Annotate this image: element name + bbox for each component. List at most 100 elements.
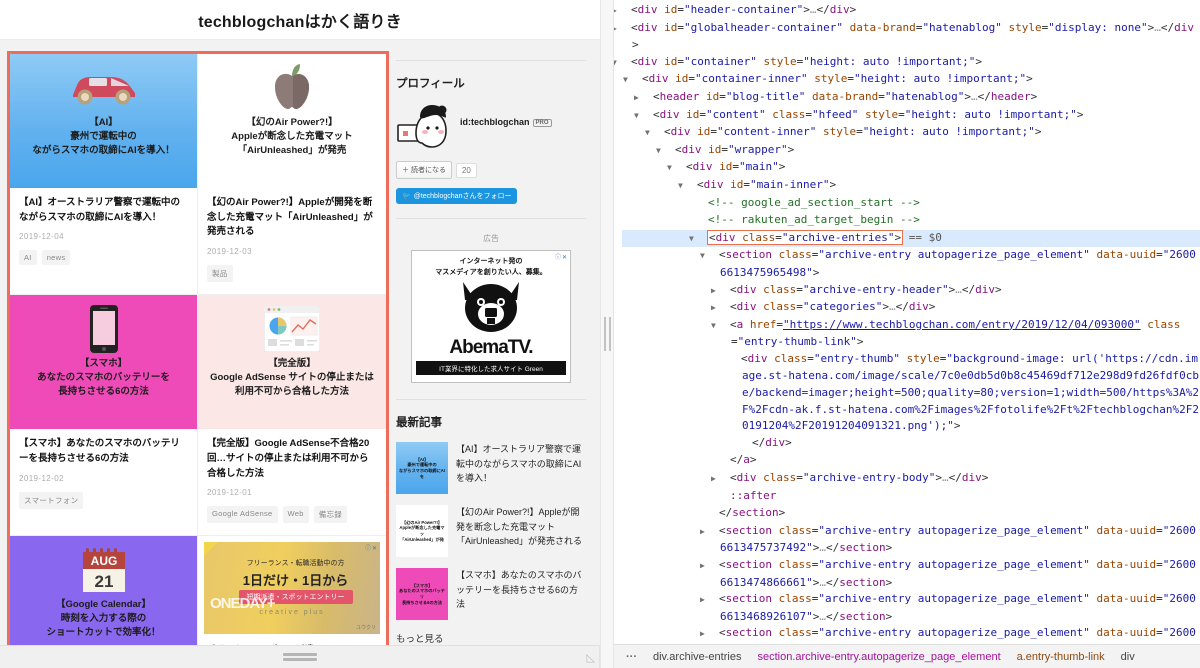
chevron-right-icon[interactable]: ▶ [711, 471, 730, 488]
dom-node[interactable]: </div> [622, 435, 1200, 453]
panel-splitter[interactable] [600, 0, 614, 668]
entry-title[interactable]: 【AI】オーストラリア警察で運転中のながらスマホの取締にAIを導入！ [19, 196, 188, 225]
twitter-follow-button[interactable]: 🐦 @techblogchanさんをフォロー [396, 188, 518, 204]
avatar[interactable] [396, 103, 454, 153]
resize-corner-icon[interactable]: ◺ [587, 651, 595, 664]
dom-node[interactable]: ▼ <div id="content" class="hfeed" style="… [622, 107, 1200, 125]
chevron-down-icon[interactable]: ▼ [700, 248, 719, 265]
chevron-down-icon[interactable]: ▼ [689, 231, 708, 248]
recent-article-title[interactable]: 【幻のAir Power?!】Appleが開発を断念した充電マット「AirUnl… [456, 505, 586, 557]
breadcrumb[interactable]: ··· div.archive-entries section.archive-en… [614, 644, 1200, 668]
profile-id[interactable]: id:techblogchan PRO [460, 103, 552, 127]
recent-article-thumb[interactable]: 【AI】 豪州で運転中の ながらスマホの取締にAIを [396, 442, 448, 494]
entry-title[interactable]: 【幻のAir Power?!】Appleが開発を断念した充電マット「AirUnl… [207, 196, 377, 240]
dom-node[interactable]: </a> [622, 452, 1200, 470]
breadcrumb-item[interactable]: section.archive-entry.autopagerize_page_… [749, 651, 1008, 663]
chevron-down-icon[interactable]: ▼ [678, 178, 697, 195]
archive-entry[interactable]: 【完全版】 Google AdSense サイトの停止または 利用不可から合格し… [198, 295, 386, 537]
recent-article-item[interactable]: 【スマホ】 あなたのスマホのバッテリ 長持ちさせる6の方法 【スマホ】あなたのス… [396, 568, 586, 620]
sidebar-ad[interactable]: ⓘ✕ インターネット発の マスメディアを創りたい人、募集。 AbemaTV. I… [411, 250, 571, 383]
entry-thumb-link[interactable]: 【幻のAir Power?!】 Appleが断念した充電マット 「AirUnle… [198, 54, 386, 188]
archive-entry[interactable]: 【幻のAir Power?!】 Appleが断念した充電マット 「AirUnle… [198, 54, 386, 296]
blog-title[interactable]: techblogchanはかく語りき [198, 8, 402, 32]
dom-node[interactable]: ▼ <div id="container-inner" style="height… [622, 71, 1200, 89]
chevron-down-icon[interactable]: ▼ [656, 143, 675, 160]
entry-title[interactable]: 【スマホ】あなたのスマホのバッテリーを長持ちさせる6の方法 [19, 437, 188, 466]
dom-node[interactable]: ▼ <div id="content-inner" style="height: … [622, 124, 1200, 142]
category-tag[interactable]: スマートフォン [19, 491, 84, 509]
vertical-resize-grip[interactable] [282, 651, 317, 664]
category-tag[interactable]: 備忘録 [313, 506, 348, 524]
category-tag[interactable]: AI [19, 250, 37, 266]
recent-article-thumb[interactable]: 【スマホ】 あなたのスマホのバッテリ 長持ちさせる6の方法 [396, 568, 448, 620]
dom-node[interactable]: ▶ <section class="archive-entry autopager… [622, 557, 1200, 591]
entry-title[interactable]: 【完全版】Google AdSense不合格20回…サイトの停止または利用不可か… [207, 437, 377, 481]
dom-node[interactable]: ▶ <section class="archive-entry autopager… [622, 625, 1200, 644]
recent-article-item[interactable]: 【AI】 豪州で運転中の ながらスマホの取締にAIを 【AI】オーストラリア警察… [396, 442, 586, 494]
archive-entry[interactable]: AUG 21 【Google Calendar】 時刻を入力する際の ショートカッ… [10, 536, 198, 645]
archive-entry[interactable]: 【スマホ】 あなたのスマホのバッテリーを 長持ちさせる6の方法 【スマホ】あなた… [10, 295, 198, 537]
dom-node[interactable]: </section> [622, 505, 1200, 523]
dom-node[interactable]: ▶ <header id="blog-title" data-brand="hat… [622, 89, 1200, 107]
dom-node[interactable]: ::after [622, 488, 1200, 506]
chevron-right-icon[interactable]: ▶ [700, 524, 719, 541]
archive-entry[interactable]: 【AI】 豪州で運転中の ながらスマホの取締にAIを導入！ 【AI】オーストラリ… [10, 54, 198, 296]
breadcrumb-item[interactable]: a.entry-thumb-link [1009, 651, 1113, 663]
dom-node-selected[interactable]: ···▼<div class="archive-entries"> == $0 [622, 229, 1200, 248]
chevron-right-icon[interactable]: ▶ [700, 592, 719, 609]
chevron-down-icon[interactable]: ▼ [645, 125, 664, 142]
dom-node[interactable]: <!-- google_ad_section_start --> [622, 195, 1200, 213]
grid-ad-unit[interactable]: ⓘ✕ フリーランス・転職活動中の方 1日だけ・1日から 短期派遣・スポットエント… [198, 536, 386, 645]
dom-node[interactable]: ▶ <div id="header-container">…</div> [614, 2, 1200, 20]
category-tag[interactable]: Web [282, 506, 309, 524]
dom-node[interactable]: ▶ <div class="archive-entry-body">…</div> [622, 470, 1200, 488]
entry-thumb-link[interactable]: 【スマホ】 あなたのスマホのバッテリーを 長持ちさせる6の方法 [10, 295, 197, 430]
breadcrumb-item[interactable]: div.archive-entries [645, 651, 749, 663]
dom-node[interactable]: ▼ <div id="container" style="height: auto… [614, 54, 1200, 72]
chevron-right-icon[interactable]: ▶ [700, 626, 719, 643]
recent-article-title[interactable]: 【スマホ】あなたのスマホのバッテリーを長持ちさせる6の方法 [456, 568, 586, 620]
chevron-down-icon[interactable]: ▼ [711, 318, 730, 335]
category-tag[interactable]: 製品 [207, 265, 233, 283]
recent-article-thumb[interactable]: 【幻のAir Power?!】 Appleが断念した充電マッ 「AirUnlea… [396, 505, 448, 557]
dom-node[interactable]: <div class="entry-thumb" style="backgrou… [622, 351, 1200, 435]
breadcrumb-item[interactable]: div [1113, 651, 1143, 663]
ad-creative[interactable]: ⓘ✕ フリーランス・転職活動中の方 1日だけ・1日から 短期派遣・スポットエント… [204, 542, 380, 635]
emulated-page[interactable]: techblogchanはかく語りき 【AI】 豪州で運転中の ながらスマホの取… [0, 0, 600, 645]
chevron-right-icon[interactable]: ▶ [711, 300, 730, 317]
recent-article-title[interactable]: 【AI】オーストラリア警察で運転中のながらスマホの取締にAIを導入！ [456, 442, 586, 494]
dom-tree[interactable]: ▶ <div id="header-container">…</div> ▶ <div… [614, 0, 1200, 644]
chevron-right-icon[interactable]: ▶ [614, 3, 631, 20]
dom-node[interactable]: ▶ <div class="archive-entry-header">…</di… [622, 282, 1200, 300]
more-link[interactable]: もっと見る [396, 631, 586, 645]
chevron-right-icon[interactable]: ▶ [711, 283, 730, 300]
chevron-down-icon[interactable]: ▼ [667, 160, 686, 177]
chevron-down-icon[interactable]: ▼ [614, 55, 631, 72]
subscribe-button[interactable]: ＋ 読者になる [396, 161, 452, 179]
entry-thumb-link[interactable]: 【AI】 豪州で運転中の ながらスマホの取締にAIを導入！ [10, 54, 197, 188]
chevron-down-icon[interactable]: ▼ [623, 72, 642, 89]
chevron-down-icon[interactable]: ▼ [634, 108, 653, 125]
archive-entries-grid[interactable]: 【AI】 豪州で運転中の ながらスマホの取締にAIを導入！ 【AI】オーストラリ… [7, 51, 389, 645]
dom-node[interactable]: ▶ <div class="categories">…</div> [622, 299, 1200, 317]
dom-node[interactable]: ▼ <div id="wrapper"> [622, 142, 1200, 160]
entry-thumb-link[interactable]: 【完全版】 Google AdSense サイトの停止または 利用不可から合格し… [198, 295, 386, 430]
recent-article-item[interactable]: 【幻のAir Power?!】 Appleが断念した充電マッ 「AirUnlea… [396, 505, 586, 557]
entry-thumb-link[interactable]: AUG 21 【Google Calendar】 時刻を入力する際の ショートカッ… [10, 536, 197, 645]
ad-close-icon[interactable]: ⓘ✕ [555, 252, 568, 261]
dom-node[interactable]: ▼ <section class="archive-entry autopager… [622, 247, 1200, 281]
chevron-right-icon[interactable]: ▶ [634, 90, 653, 107]
dom-node[interactable]: ▶ <section class="archive-entry autopager… [622, 591, 1200, 625]
dom-node[interactable]: <!-- rakuten_ad_target_begin --> [622, 212, 1200, 230]
dom-node[interactable]: ▼ <div id="main"> [622, 159, 1200, 177]
category-tag[interactable]: Google AdSense [207, 506, 278, 524]
splitter-grip[interactable] [603, 317, 611, 351]
ad-choices-icon[interactable]: ⓘ✕ [365, 543, 378, 552]
dom-node[interactable]: ▶ <section class="archive-entry autopager… [622, 523, 1200, 557]
dom-node[interactable]: ▼ <a href="https://www.techblogchan.com/e… [622, 317, 1200, 351]
dom-node[interactable]: ▼ <div id="main-inner"> [622, 177, 1200, 195]
dom-node[interactable]: ▶ <div id="globalheader-container" data-b… [614, 20, 1200, 54]
breadcrumb-item[interactable]: ··· [618, 651, 645, 663]
chevron-right-icon[interactable]: ▶ [700, 558, 719, 575]
category-tag[interactable]: news [41, 250, 71, 266]
